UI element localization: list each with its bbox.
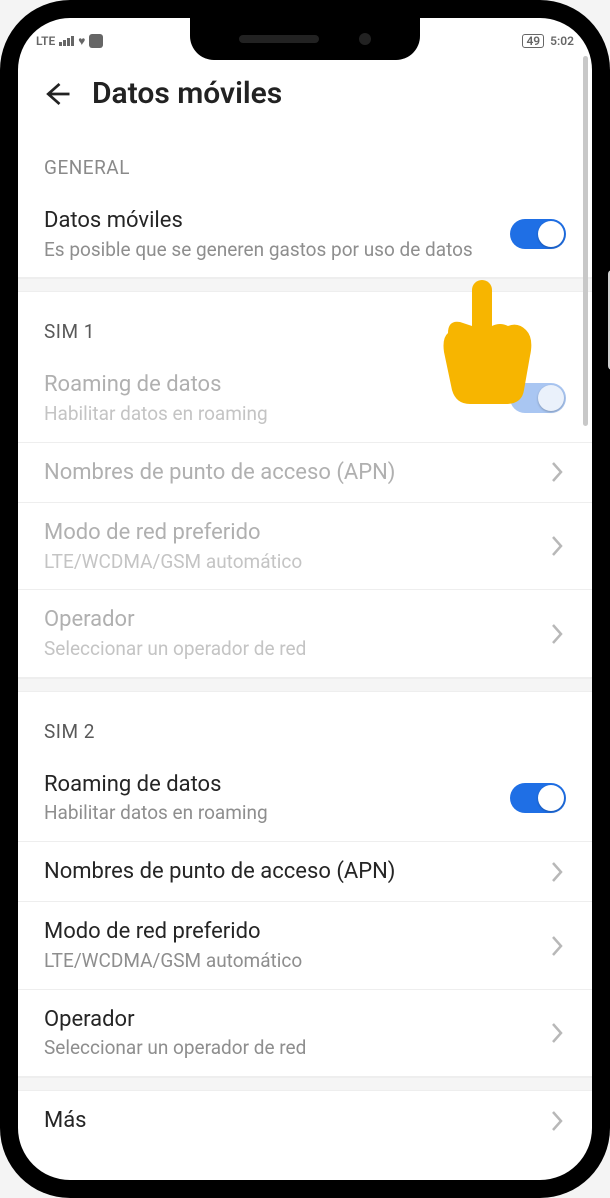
section-header-sim1: SIM 1: [18, 292, 592, 355]
row-sim1-operator[interactable]: Operador Seleccionar un operador de red: [18, 590, 592, 677]
row-title: Modo de red preferido: [44, 918, 534, 946]
row-subtitle: Es posible que se generen gastos por uso…: [44, 239, 496, 262]
row-title: Operador: [44, 606, 534, 634]
device-frame: LTE B 49 5:02 Datos móviles GENERAL: [0, 0, 610, 1198]
row-subtitle: Habilitar datos en roaming: [44, 802, 496, 825]
row-sim2-apn[interactable]: Nombres de punto de acceso (APN): [18, 842, 592, 903]
row-title: Modo de red preferido: [44, 519, 534, 547]
content: GENERAL Datos móviles Es posible que se …: [18, 128, 592, 1180]
chevron-right-icon: [548, 461, 566, 483]
section-header-general: GENERAL: [18, 128, 592, 191]
chevron-right-icon: [548, 535, 566, 557]
toggle-mobile-data[interactable]: [510, 219, 566, 249]
toggle-sim2-roaming[interactable]: [510, 783, 566, 813]
row-subtitle: Seleccionar un operador de red: [44, 638, 534, 661]
chevron-right-icon: [548, 861, 566, 883]
row-sim2-operator[interactable]: Operador Seleccionar un operador de red: [18, 990, 592, 1077]
toggle-sim1-roaming[interactable]: [510, 383, 566, 413]
notch: [190, 18, 420, 60]
battery-icon: 49: [522, 34, 544, 48]
row-title: Más: [44, 1107, 534, 1135]
clock-text: 5:02: [550, 34, 574, 48]
row-subtitle: Seleccionar un operador de red: [44, 1037, 534, 1060]
row-subtitle: LTE/WCDMA/GSM automático: [44, 551, 534, 574]
chevron-right-icon: [548, 623, 566, 645]
row-title: Nombres de punto de acceso (APN): [44, 858, 534, 886]
lte-indicator: LTE: [36, 34, 55, 48]
row-sim1-roaming[interactable]: Roaming de datos Habilitar datos en roam…: [18, 355, 592, 442]
row-sim1-netmode[interactable]: Modo de red preferido LTE/WCDMA/GSM auto…: [18, 503, 592, 590]
row-title: Roaming de datos: [44, 771, 496, 799]
chevron-right-icon: [548, 1110, 566, 1132]
row-sim1-apn[interactable]: Nombres de punto de acceso (APN): [18, 443, 592, 504]
section-divider: [18, 678, 592, 692]
status-right: 49 5:02: [522, 34, 574, 48]
heart-icon: [78, 34, 85, 48]
row-subtitle: LTE/WCDMA/GSM automático: [44, 950, 534, 973]
row-mobile-data[interactable]: Datos móviles Es posible que se generen …: [18, 191, 592, 278]
row-subtitle: Habilitar datos en roaming: [44, 403, 496, 426]
row-more[interactable]: Más: [18, 1091, 592, 1151]
section-divider: [18, 278, 592, 292]
chevron-right-icon: [548, 1022, 566, 1044]
front-camera: [359, 33, 371, 45]
status-left: LTE B: [36, 34, 103, 48]
row-title: Datos móviles: [44, 207, 496, 235]
speaker-slot: [239, 35, 319, 43]
page-title: Datos móviles: [92, 76, 282, 111]
screen: LTE B 49 5:02 Datos móviles GENERAL: [18, 18, 592, 1180]
row-title: Operador: [44, 1006, 534, 1034]
row-sim2-netmode[interactable]: Modo de red preferido LTE/WCDMA/GSM auto…: [18, 902, 592, 989]
chevron-right-icon: [548, 935, 566, 957]
row-sim2-roaming[interactable]: Roaming de datos Habilitar datos en roam…: [18, 755, 592, 842]
row-title: Nombres de punto de acceso (APN): [44, 459, 534, 487]
section-header-sim2: SIM 2: [18, 692, 592, 755]
b-badge-icon: B: [89, 34, 103, 48]
section-divider: [18, 1077, 592, 1091]
row-title: Roaming de datos: [44, 371, 496, 399]
scrollbar[interactable]: [583, 56, 588, 426]
arrow-left-icon: [42, 79, 72, 109]
back-button[interactable]: [40, 77, 74, 111]
signal-bars-icon: [59, 36, 74, 46]
